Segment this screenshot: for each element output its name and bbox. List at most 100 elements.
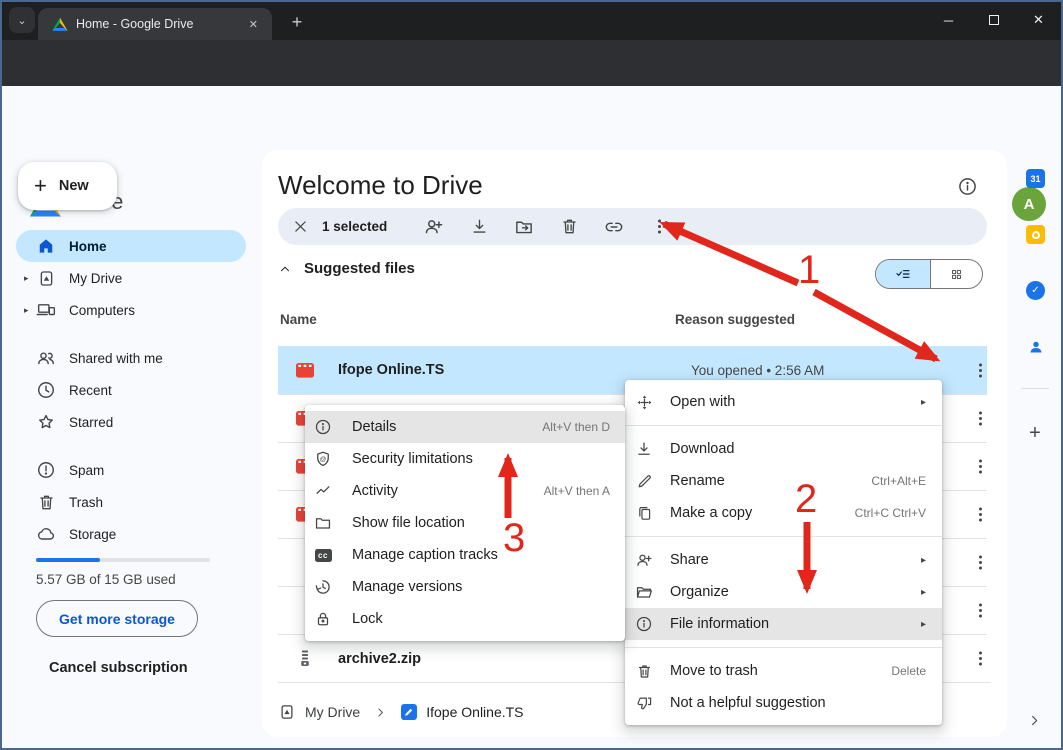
tasks-icon[interactable]: ✓	[1026, 281, 1045, 300]
new-button[interactable]: + New	[18, 162, 117, 210]
row-kebab-icon[interactable]	[972, 369, 988, 372]
breadcrumb: My Drive Ifope Online.TS	[278, 694, 524, 730]
menu-item-organize[interactable]: Organize ▸	[625, 576, 942, 608]
new-tab-button[interactable]: +	[284, 9, 310, 35]
menu-item-open-with[interactable]: Open with ▸	[625, 386, 942, 418]
row-kebab-icon[interactable]	[972, 513, 988, 516]
suggested-files-section-header[interactable]: Suggested files	[278, 260, 415, 277]
submenu-item-manage-versions[interactable]: Manage versions	[305, 571, 625, 603]
sidebar-item-storage[interactable]: Storage	[16, 518, 246, 550]
move-to-folder-icon[interactable]	[512, 217, 536, 237]
my-drive-icon	[36, 269, 56, 288]
sidebar-item-starred[interactable]: Starred	[16, 406, 246, 438]
breadcrumb-file[interactable]: Ifope Online.TS	[426, 704, 523, 720]
selection-toolbar: 1 selected	[278, 208, 987, 245]
row-kebab-icon[interactable]	[972, 417, 988, 420]
row-kebab-icon[interactable]	[972, 465, 988, 468]
browser-titlebar: ⌄ Home - Google Drive ✕ + ─ ✕	[0, 0, 1063, 40]
menu-item-label: Lock	[352, 611, 383, 627]
menu-item-label: Manage versions	[352, 579, 462, 595]
trash-icon[interactable]	[557, 217, 581, 236]
menu-item-move-to-trash[interactable]: Move to trash Delete	[625, 655, 942, 687]
menu-item-label: Share	[670, 552, 709, 568]
list-view-toggle[interactable]	[876, 260, 930, 288]
share-person-add-icon[interactable]	[421, 216, 445, 237]
sidebar-item-recent[interactable]: Recent	[16, 374, 246, 406]
hide-side-panel-icon[interactable]	[1027, 713, 1042, 728]
submenu-item-lock[interactable]: Lock	[305, 603, 625, 635]
folder-icon	[314, 514, 332, 532]
sidebar-item-label: Shared with me	[69, 351, 163, 366]
contacts-icon[interactable]	[1026, 337, 1045, 356]
version-history-icon	[314, 578, 332, 596]
copy-link-icon[interactable]	[602, 217, 626, 237]
menu-item-label: Organize	[670, 584, 729, 600]
info-icon	[635, 615, 653, 633]
row-kebab-icon[interactable]	[972, 657, 988, 660]
calendar-icon[interactable]: 31	[1026, 169, 1045, 188]
clear-selection-icon[interactable]	[288, 218, 312, 235]
thumbs-down-icon	[635, 695, 653, 712]
drive-account-avatar[interactable]: A	[1012, 187, 1046, 221]
selected-count-label: 1 selected	[322, 219, 387, 234]
window-minimize-button[interactable]: ─	[926, 0, 971, 40]
submenu-item-security-limitations[interactable]: Security limitations	[305, 443, 625, 475]
menu-item-file-information[interactable]: File information ▸	[625, 608, 942, 640]
sidebar-item-shared-with-me[interactable]: Shared with me	[16, 342, 246, 374]
info-icon	[314, 418, 332, 436]
menu-item-download[interactable]: Download	[625, 433, 942, 465]
sidebar-item-label: Home	[69, 239, 107, 254]
row-kebab-icon[interactable]	[972, 609, 988, 612]
pencil-icon	[635, 473, 653, 490]
download-icon[interactable]	[467, 217, 491, 236]
menu-item-label: Security limitations	[352, 451, 473, 467]
trash-icon	[36, 493, 56, 512]
column-header-reason[interactable]: Reason suggested	[675, 312, 795, 327]
column-header-name[interactable]: Name	[280, 312, 317, 327]
lock-icon	[314, 610, 332, 628]
submenu-item-details[interactable]: Details Alt+V then D	[305, 411, 625, 443]
submenu-arrow-icon: ▸	[921, 587, 926, 598]
window-close-button[interactable]: ✕	[1016, 0, 1061, 40]
more-actions-kebab-icon[interactable]	[647, 225, 671, 228]
page-info-icon[interactable]	[957, 176, 978, 197]
submenu-item-activity[interactable]: Activity Alt+V then A	[305, 475, 625, 507]
get-more-storage-button[interactable]: Get more storage	[36, 600, 198, 637]
tab-close-icon[interactable]: ✕	[245, 16, 262, 33]
menu-item-rename[interactable]: Rename Ctrl+Alt+E	[625, 465, 942, 497]
sidebar-item-computers[interactable]: Computers	[16, 294, 246, 326]
sidebar-item-trash[interactable]: Trash	[16, 486, 246, 518]
row-kebab-icon[interactable]	[972, 561, 988, 564]
submenu-item-show-file-location[interactable]: Show file location	[305, 507, 625, 539]
menu-item-share[interactable]: Share ▸	[625, 544, 942, 576]
my-drive-icon	[278, 703, 296, 721]
file-information-submenu: Details Alt+V then D Security limitation…	[305, 405, 625, 641]
menu-item-label: Move to trash	[670, 663, 758, 679]
menu-item-label: Details	[352, 419, 396, 435]
menu-item-label: Activity	[352, 483, 398, 499]
submenu-item-manage-caption-tracks[interactable]: cc Manage caption tracks	[305, 539, 625, 571]
keep-icon[interactable]	[1026, 225, 1045, 244]
add-side-app-icon[interactable]: +	[1024, 422, 1046, 444]
menu-item-not-helpful[interactable]: Not a helpful suggestion	[625, 687, 942, 719]
cancel-subscription-link[interactable]: Cancel subscription	[49, 660, 188, 676]
tab-search-button[interactable]: ⌄	[9, 7, 35, 33]
home-icon	[36, 236, 56, 256]
breadcrumb-folder[interactable]: My Drive	[305, 704, 360, 720]
sidebar-item-spam[interactable]: Spam	[16, 454, 246, 486]
storage-used-text: 5.57 GB of 15 GB used	[36, 572, 176, 587]
window-maximize-button[interactable]	[971, 0, 1016, 40]
shield-at-icon	[314, 450, 332, 468]
new-button-label: New	[59, 178, 89, 194]
menu-shortcut: Alt+V then A	[544, 484, 610, 498]
collapse-chevron-icon[interactable]	[278, 262, 292, 276]
menu-item-label: Manage caption tracks	[352, 547, 498, 563]
sidebar-item-my-drive[interactable]: My Drive	[16, 262, 246, 294]
sidebar-item-home[interactable]: Home	[16, 230, 246, 262]
menu-item-label: Download	[670, 441, 735, 457]
browser-tab[interactable]: Home - Google Drive ✕	[38, 8, 272, 40]
plus-icon: +	[34, 173, 47, 199]
copy-icon	[635, 505, 653, 522]
grid-view-toggle[interactable]	[930, 260, 982, 288]
menu-item-make-a-copy[interactable]: Make a copy Ctrl+C Ctrl+V	[625, 497, 942, 529]
